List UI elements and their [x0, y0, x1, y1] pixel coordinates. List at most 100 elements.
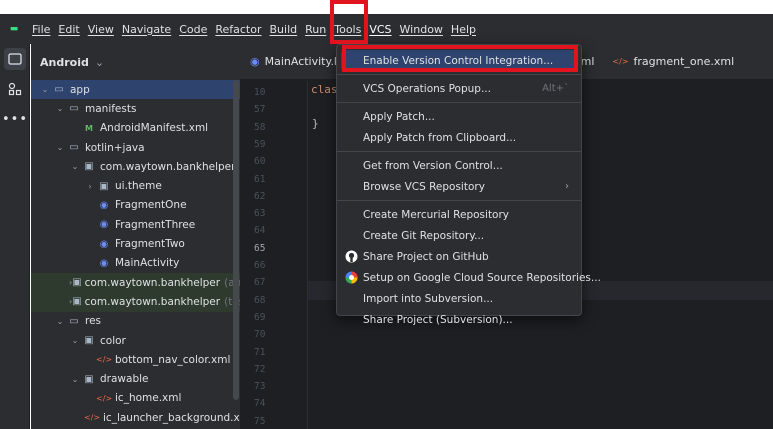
menu-item-share-project-subversion[interactable]: Share Project (Subversion)... [337, 309, 581, 330]
project-view-selector[interactable]: Android ⌄ [31, 44, 240, 80]
more-tools-button[interactable]: ••• [0, 104, 30, 134]
editor-tab[interactable]: ml [581, 44, 603, 80]
tree-item[interactable]: ◉ MainActivity [31, 254, 240, 273]
xml-icon: </> [84, 413, 101, 423]
line-number-gutter: 10 57 58 59 60 61 62 63 64 65 66 67 68 69 70 71 72 73 74 75 [240, 81, 308, 429]
menu-item-label: VCS Operations Popup... [363, 82, 491, 95]
project-tool-button[interactable] [0, 44, 30, 74]
chevron-down-icon[interactable]: ⌄ [54, 317, 66, 326]
tree-item-label: com.waytown.bankhelper [84, 295, 221, 308]
line-number: 62 [254, 190, 266, 202]
menu-item-create-git-repository[interactable]: Create Git Repository... [337, 225, 581, 246]
chevron-right-icon: › [565, 181, 569, 192]
tree-item[interactable]: </> ic_home.xml [31, 389, 240, 408]
tree-item[interactable]: ⌄ ▣ drawable [31, 369, 240, 388]
menu-vcs[interactable]: VCS [365, 14, 395, 44]
tree-item-label: MainActivity [115, 257, 180, 270]
tree-item[interactable]: ⌄ ▭ kotlin+java [31, 138, 240, 157]
tree-item[interactable]: ◉ FragmentOne [31, 196, 240, 215]
menu-item-share-project-on-github[interactable]: Share Project on GitHub [337, 246, 581, 267]
project-panel: Android ⌄ ⌄ ▭ app ⌄ ▭ manifests M AndroidManife… [31, 44, 240, 429]
menu-separator [337, 102, 581, 103]
menu-window[interactable]: Window [396, 14, 447, 44]
menu-item-browse-vcs-repository[interactable]: Browse VCS Repository › [337, 176, 581, 197]
code-keyword-class[interactable]: clas [311, 83, 338, 96]
chevron-down-icon[interactable]: ⌄ [69, 162, 81, 171]
menu-edit[interactable]: Edit [54, 14, 83, 44]
editor-tab-label: MainActivity.kt [264, 55, 345, 68]
tree-item-label: ic_home.xml [115, 392, 182, 405]
tree-item[interactable]: M AndroidManifest.xml [31, 119, 240, 138]
line-number: 58 [254, 121, 266, 133]
line-number: 66 [254, 260, 266, 271]
package-icon: ▣ [99, 180, 109, 192]
tree-item[interactable]: ◉ FragmentTwo [31, 234, 240, 253]
menu-code[interactable]: Code [175, 14, 211, 44]
project-scrollbar[interactable] [233, 80, 239, 400]
chevron-down-icon[interactable]: ⌄ [54, 143, 66, 152]
chevron-down-icon[interactable]: ⌄ [39, 85, 51, 94]
android-studio-logo-icon[interactable]: ▬ [0, 14, 28, 44]
package-icon: ▣ [84, 161, 94, 173]
tree-item[interactable]: ◉ FragmentThree [31, 215, 240, 234]
folder-module-icon: ▭ [54, 84, 64, 96]
structure-icon [8, 82, 22, 96]
tree-item[interactable]: ›▣com.waytown.bankhelper(test) [31, 292, 240, 312]
menu-item-label: Apply Patch from Clipboard... [363, 131, 517, 144]
menu-item-apply-patch[interactable]: Apply Patch... [337, 106, 581, 127]
line-number: 68 [254, 294, 266, 306]
menu-item-label: Setup on Google Cloud Source Repositorie… [363, 271, 601, 284]
menu-item-import-into-subversion[interactable]: Import into Subversion... [337, 288, 581, 309]
package-icon: ▣ [84, 373, 94, 385]
manifest-icon: M [85, 123, 93, 133]
tree-item-label: ic_launcher_background.xml [103, 411, 240, 424]
project-folder-icon [8, 53, 22, 65]
menu-help[interactable]: Help [447, 14, 480, 44]
tree-item[interactable]: ⌄ ▭ app [31, 80, 240, 100]
vcs-dropdown-menu: Enable Version Control Integration... VCS… [336, 44, 601, 326]
menu-item-vcs-operations-popup[interactable]: VCS Operations Popup... Alt+` [337, 78, 581, 99]
line-number: 65 [254, 242, 266, 254]
tree-item[interactable]: </> ic_launcher_background.xml [31, 408, 240, 427]
menu-item-create-mercurial-repository[interactable]: Create Mercurial Repository [337, 204, 581, 225]
tree-item-label: drawable [100, 373, 149, 386]
line-number: 64 [254, 225, 266, 237]
chevron-down-icon[interactable]: ⌄ [54, 104, 66, 113]
tool-window-strip: ••• [0, 44, 30, 429]
tree-item-label: FragmentThree [115, 218, 196, 231]
menu-item-apply-patch-from-clipboard[interactable]: Apply Patch from Clipboard... [337, 127, 581, 148]
tree-item[interactable]: ⌄ ▣ com.waytown.bankhelper [31, 157, 240, 176]
tree-item[interactable]: › ▣ ui.theme [31, 176, 240, 195]
menu-navigate[interactable]: Navigate [118, 14, 175, 44]
menu-view[interactable]: View [84, 14, 118, 44]
project-tree: ⌄ ▭ app ⌄ ▭ manifests M AndroidManifest.xml ⌄ ▭ ko… [31, 80, 240, 427]
menu-build[interactable]: Build [266, 14, 302, 44]
annotation-box-vcs-menu [330, 0, 368, 44]
editor-tab[interactable]: </> fragment_one.xml [602, 44, 744, 80]
menu-item-label: Browse VCS Repository [363, 180, 485, 193]
tree-item[interactable]: ⌄ ▣ color [31, 331, 240, 350]
menu-run[interactable]: Run [301, 14, 330, 44]
tree-item[interactable]: ⌄ ▭ res [31, 312, 240, 331]
chevron-down-icon[interactable]: ⌄ [69, 336, 81, 345]
tree-item[interactable]: ›▣com.waytown.bankhelper(andr [31, 272, 240, 293]
menu-file[interactable]: File [28, 14, 54, 44]
chevron-down-icon[interactable]: ⌄ [69, 375, 81, 384]
editor-tab-label: fragment_one.xml [633, 55, 735, 68]
tree-item-label: manifests [85, 102, 137, 115]
line-number: 57 [254, 104, 266, 116]
xml-icon: </> [96, 393, 113, 403]
tree-item-label: res [85, 315, 102, 328]
tree-item[interactable]: ⌄ ▭ manifests [31, 99, 240, 118]
menu-item-setup-on-google-cloud-source-repositories[interactable]: Setup on Google Cloud Source Repositorie… [337, 267, 601, 288]
kotlin-class-icon: ◉ [99, 257, 109, 269]
menu-item-get-from-version-control[interactable]: Get from Version Control... [337, 155, 581, 176]
annotation-box-enable-vcs [342, 45, 578, 72]
code-closing-brace[interactable]: } [312, 117, 319, 130]
structure-tool-button[interactable] [0, 74, 30, 104]
menu-separator [337, 151, 581, 152]
tree-item[interactable]: </> bottom_nav_color.xml [31, 350, 240, 369]
package-icon: ▣ [84, 335, 94, 346]
chevron-right-icon[interactable]: › [84, 182, 96, 191]
menu-refactor[interactable]: Refactor [211, 14, 265, 44]
